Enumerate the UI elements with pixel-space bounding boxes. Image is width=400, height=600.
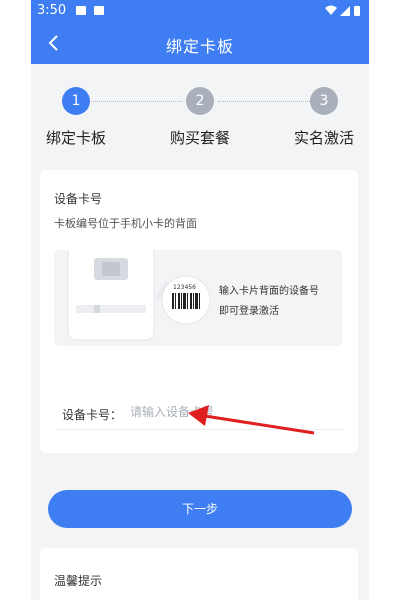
system-status-icons	[325, 5, 360, 16]
nav-bar: 绑定卡板	[31, 22, 369, 64]
form-title: 设备卡号	[54, 192, 103, 206]
device-card-form: 设备卡号 卡板编号位于手机小卡的背面 123456 输入卡片背面的设备号 即可登…	[40, 170, 358, 453]
barcode-icon	[172, 293, 200, 309]
signal-icon	[340, 6, 350, 16]
device-number-label: 设备卡号：	[62, 408, 123, 422]
battery-icon	[354, 6, 360, 16]
gallery-notification-icon	[76, 6, 86, 15]
barcode-number: 123456	[173, 284, 196, 291]
wifi-icon	[325, 5, 337, 15]
step-3-label: 实名激活	[294, 129, 355, 147]
illustration-text-line2: 即可登录激活	[219, 306, 279, 317]
step-2-circle: 2	[186, 87, 214, 115]
app-notification-icon	[94, 6, 104, 15]
step-3-circle: 3	[310, 87, 338, 115]
illustration-text-line1: 输入卡片背面的设备号	[219, 286, 319, 297]
device-number-input[interactable]	[130, 400, 330, 424]
form-hint: 卡板编号位于手机小卡的背面	[54, 217, 197, 230]
step-indicator: 1 2 3 绑定卡板 购买套餐 实名激活	[31, 64, 369, 154]
input-underline	[54, 429, 344, 430]
step-connector	[82, 101, 182, 102]
phone-screen: 3:50 绑定卡板 1 2 3 绑定卡板 购买套餐 实名激活 设备卡号 卡板编号…	[31, 0, 369, 600]
step-connector	[218, 101, 314, 102]
step-2-label: 购买套餐	[170, 129, 231, 147]
card-back-illustration: 123456 输入卡片背面的设备号 即可登录激活	[54, 250, 342, 346]
step-1-circle: 1	[62, 87, 90, 115]
next-step-button[interactable]: 下一步	[48, 490, 352, 528]
status-time: 3:50	[37, 3, 67, 18]
step-1-label: 绑定卡板	[46, 129, 107, 147]
tips-title: 温馨提示	[54, 574, 103, 588]
status-bar: 3:50	[31, 0, 369, 22]
tips-card: 温馨提示	[40, 548, 358, 600]
page-title: 绑定卡板	[165, 37, 234, 56]
